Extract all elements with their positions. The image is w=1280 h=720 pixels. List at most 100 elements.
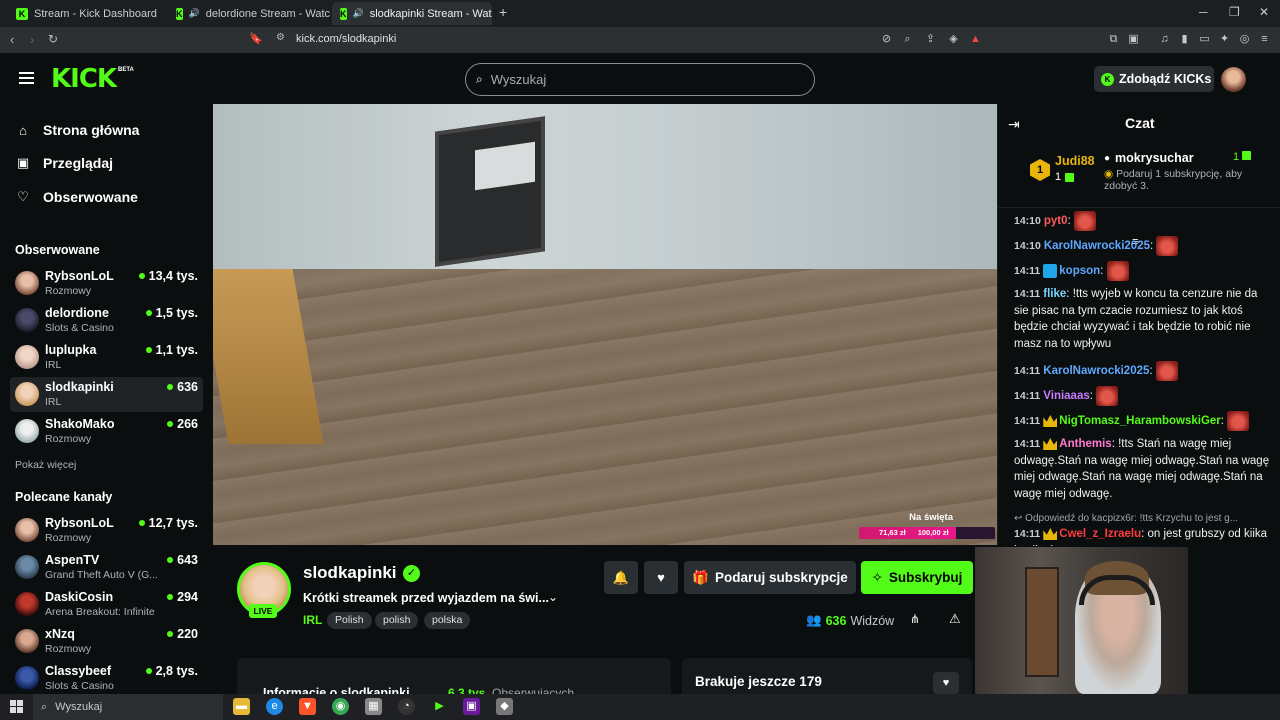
show-more-link[interactable]: Pokaż więcej	[15, 459, 76, 471]
msg-user[interactable]: Viniaaas	[1043, 390, 1089, 402]
msg-user[interactable]: KarolNawrocki2025	[1043, 365, 1149, 377]
browser-tab-delordione[interactable]: K 🔊 delordione Stream - Watch Live o	[168, 2, 330, 25]
pinned-count-value: 1	[1233, 151, 1240, 163]
reload-icon[interactable]: ↻	[48, 32, 58, 46]
kick-logo[interactable]: KICK	[51, 64, 117, 94]
following-channel[interactable]: ShakoMako Rozmowy 266	[10, 414, 203, 449]
nav-browse[interactable]: ▣ Przeglądaj	[16, 155, 113, 171]
msg-user[interactable]: pyt0	[1044, 215, 1068, 227]
recommended-channel[interactable]: Classybeef Slots & Casino 2,8 tys.	[10, 661, 203, 696]
tag-chip[interactable]: polska	[424, 612, 471, 629]
file-explorer-icon[interactable]: ▬	[233, 698, 250, 715]
report-warning-icon[interactable]: ⚠	[949, 611, 961, 627]
search-bar[interactable]: ⌕	[465, 63, 815, 96]
kick-app-icon[interactable]: ▶	[431, 698, 448, 715]
msg-user[interactable]: Anthemis	[1059, 438, 1111, 450]
url-field[interactable]: kick.com/slodkapinki	[296, 33, 396, 45]
video-player[interactable]: Na święta 71,63 zł 100,00 zł	[213, 104, 997, 545]
heart-icon[interactable]: ♥	[933, 672, 959, 694]
music-icon[interactable]: ♫	[1158, 33, 1171, 46]
channel-category: Rozmowy	[45, 532, 92, 544]
restore-icon[interactable]: ❐	[1229, 5, 1240, 19]
channel-name-heading[interactable]: slodkapinki	[303, 563, 397, 583]
browser-tab-slodkapinki[interactable]: K 🔊 slodkapinki Stream - Watch Li ✕	[332, 2, 492, 25]
channel-name: ShakoMako	[45, 417, 115, 431]
nav-home[interactable]: ⌂ Strona główna	[16, 122, 139, 138]
following-section-title: Obserwowane	[15, 243, 100, 257]
vpn-icon[interactable]: ◎	[1238, 33, 1251, 46]
speaker-icon: 🔊	[188, 8, 200, 18]
subscribe-button[interactable]: ✧ Subskrybuj	[861, 561, 973, 594]
taskbar-search[interactable]: ⌕ Wyszukaj	[33, 694, 223, 720]
chrome-icon[interactable]: ◉	[332, 698, 349, 715]
share-page-icon[interactable]: ⇪	[924, 33, 937, 46]
brave-rewards-icon[interactable]: ▲	[969, 33, 982, 46]
chat-message: 14:11 flike: !tts wyjeb w koncu ta cenzur…	[1014, 288, 1258, 350]
forward-icon[interactable]: ›	[30, 32, 34, 47]
following-channel[interactable]: RybsonLoL Rozmowy 13,4 tys.	[10, 266, 203, 301]
bookmark-icon[interactable]: 🔖	[249, 32, 263, 45]
share-icon[interactable]: ⋔	[910, 612, 920, 626]
notification-bell-button[interactable]: 🔔	[604, 561, 638, 594]
emote-icon	[1227, 411, 1250, 431]
obs-icon[interactable]: ◔	[398, 698, 415, 715]
nav-following[interactable]: ♡ Obserwowane	[16, 189, 138, 205]
menu-icon[interactable]: ≡	[1258, 33, 1271, 46]
new-tab-icon[interactable]: +	[499, 4, 507, 20]
close-window-icon[interactable]: ✕	[1259, 5, 1269, 19]
minimize-icon[interactable]: ─	[1199, 5, 1208, 19]
get-kicks-button[interactable]: K Zdobądź KICKs	[1094, 66, 1214, 92]
extensions-icon[interactable]: ⧉	[1107, 33, 1120, 46]
recommended-channel[interactable]: xNzq Rozmowy 220	[10, 624, 203, 659]
collapse-chat-icon[interactable]: ⇥	[1008, 116, 1020, 133]
follow-heart-button[interactable]: ♥	[644, 561, 678, 594]
msg-user[interactable]: NigTomasz_HarambowskiGer	[1059, 415, 1220, 427]
hamburger-menu-icon[interactable]	[19, 72, 34, 84]
vpn-app-icon[interactable]: ◆	[496, 698, 513, 715]
back-icon[interactable]: ‹	[10, 32, 14, 47]
recommended-channel[interactable]: RybsonLoL Rozmowy 12,7 tys.	[10, 513, 203, 548]
search-input[interactable]	[490, 72, 781, 87]
leo-icon[interactable]: ✦	[1218, 33, 1231, 46]
pinned-user[interactable]: ● mokrysuchar	[1104, 151, 1194, 165]
chevron-down-icon[interactable]: ⌄	[548, 590, 558, 604]
screenshot-icon[interactable]: ▣	[1127, 33, 1140, 46]
msg-user[interactable]: flike	[1043, 288, 1066, 300]
following-channel[interactable]: luplupka IRL 1,1 tys.	[10, 340, 203, 375]
user-avatar[interactable]	[1221, 67, 1246, 92]
windows-start-icon[interactable]	[10, 700, 23, 713]
site-info-icon[interactable]: ⚙	[276, 32, 285, 43]
emote-icon	[1156, 236, 1179, 256]
viewer-count-label: Widzów	[850, 613, 895, 628]
about-card: Informacje o slodkapinki 6,3 tys. Obserw…	[237, 658, 671, 700]
zoom-icon[interactable]: ⌕	[901, 33, 914, 46]
viewer-count-display: 👥 636 Widzów	[806, 613, 894, 628]
sidebar-toggle-icon[interactable]: ▮	[1178, 33, 1191, 46]
goal-amounts: 71,63 zł 100,00 zł	[879, 528, 949, 537]
viewer-count-value: 1,1 tys.	[155, 343, 198, 357]
tag-chip[interactable]: Polish	[327, 612, 372, 629]
gift-subscription-button[interactable]: 🎁 Podaruj subskrypcje	[684, 561, 856, 594]
media-off-icon[interactable]: ⊘	[880, 33, 893, 46]
recommended-channel[interactable]: AspenTV Grand Theft Auto V (G... 643	[10, 550, 203, 585]
tag-chip[interactable]: polish	[375, 612, 419, 629]
edge-icon[interactable]: e	[266, 698, 283, 715]
msg-user[interactable]: kopson	[1059, 265, 1100, 277]
reply-preview[interactable]: ↩ Odpowiedź do kacpizx6r: !tts Krzychu t…	[1014, 513, 1272, 524]
sub-gift-icon	[1065, 172, 1075, 182]
wallet-icon[interactable]: ▭	[1198, 33, 1211, 46]
app-icon[interactable]: ▦	[365, 698, 382, 715]
streaming-app-icon[interactable]: ▣	[463, 698, 480, 715]
brave-shield-icon[interactable]: ◈	[947, 33, 960, 46]
category-link[interactable]: IRL	[303, 613, 322, 627]
msg-user[interactable]: Cwel_z_Izraelu	[1059, 528, 1141, 540]
following-channel[interactable]: delordione Slots & Casino 1,5 tys.	[10, 303, 203, 338]
avatar	[15, 518, 39, 542]
channel-name: DaskiCosin	[45, 590, 114, 604]
msg-user[interactable]: KarolNawrocki2025	[1044, 240, 1150, 252]
browser-tab-dashboard[interactable]: K Stream - Kick Dashboard	[8, 2, 168, 25]
top-gifter-name[interactable]: Judi88	[1055, 154, 1095, 168]
recommended-channel[interactable]: DaskiCosin Arena Breakout: Infinite 294	[10, 587, 203, 622]
brave-icon[interactable]: ▼	[299, 698, 316, 715]
following-channel-active[interactable]: slodkapinki IRL 636	[10, 377, 203, 412]
